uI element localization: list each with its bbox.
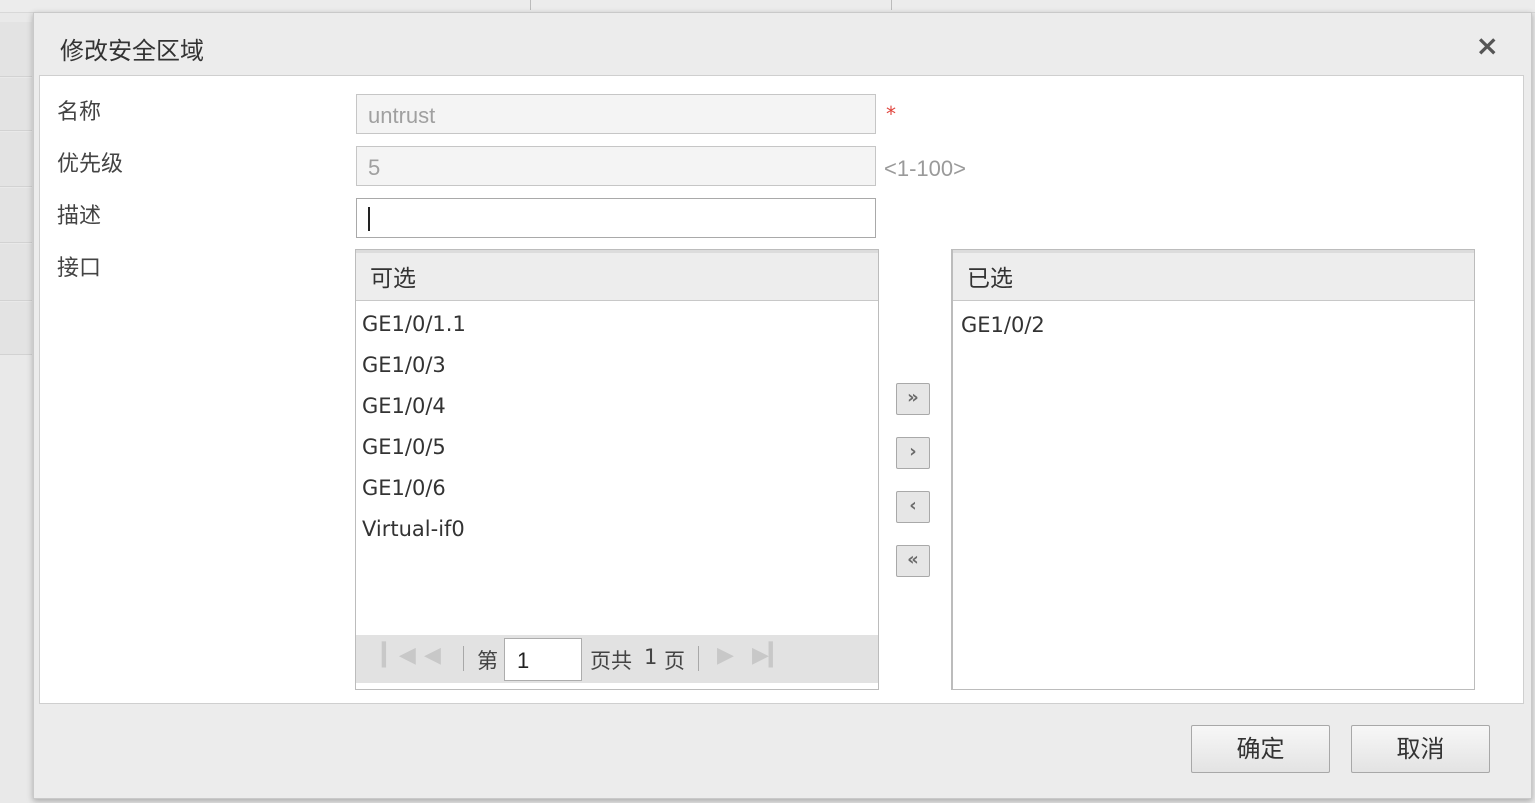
available-interfaces-panel: 可选 GE1/0/1.1 GE1/0/3 GE1/0/4 GE1/0/5 GE1…	[355, 249, 879, 690]
total-pages: 1	[644, 645, 658, 669]
background-row	[0, 302, 32, 355]
priority-field[interactable]: 5	[356, 146, 876, 186]
available-list: GE1/0/1.1 GE1/0/3 GE1/0/4 GE1/0/5 GE1/0/…	[356, 301, 878, 553]
last-page-icon[interactable]: ▶▎	[752, 643, 786, 668]
page-number-input[interactable]: 1	[504, 638, 582, 681]
add-all-button[interactable]: »	[896, 383, 930, 415]
dialog-title: 修改安全区域	[60, 37, 204, 65]
selected-header: 已选	[953, 250, 1474, 301]
cancel-button[interactable]: 取消	[1351, 725, 1490, 773]
dialog-body: 名称 untrust * 优先级 5 <1-100> 描述 接口 可选 GE1/…	[39, 75, 1524, 704]
background-row	[0, 188, 32, 243]
first-page-icon[interactable]: ▎◀	[382, 643, 416, 668]
list-item[interactable]: Virtual-if0	[356, 512, 878, 553]
description-input[interactable]	[356, 198, 876, 238]
remove-all-button[interactable]: «	[896, 545, 930, 577]
background-row	[0, 78, 32, 131]
priority-label: 优先级	[57, 152, 124, 177]
pagination-bar: ▎◀ ◀ 第 1 页共 1 页 ▶ ▶▎	[356, 635, 878, 683]
background-column-divider	[530, 0, 531, 10]
list-item[interactable]: GE1/0/6	[356, 471, 878, 512]
interface-label: 接口	[57, 256, 102, 281]
pager-divider	[698, 646, 699, 671]
priority-range-hint: <1-100>	[884, 156, 966, 181]
pager-divider	[463, 646, 464, 671]
add-button[interactable]: ›	[896, 437, 930, 469]
background-row	[0, 244, 32, 301]
page-suffix-end: 页	[664, 649, 685, 673]
description-label: 描述	[57, 204, 102, 229]
list-item[interactable]: GE1/0/4	[356, 389, 878, 430]
prev-page-icon[interactable]: ◀	[424, 643, 441, 668]
name-field[interactable]: untrust	[356, 94, 876, 134]
page-suffix: 页共	[590, 649, 632, 673]
page-prefix: 第	[477, 649, 498, 673]
selected-list: GE1/0/2	[953, 301, 1474, 348]
required-mark: *	[886, 102, 896, 126]
next-page-icon[interactable]: ▶	[717, 643, 734, 668]
list-item[interactable]: GE1/0/5	[356, 430, 878, 471]
list-item[interactable]: GE1/0/3	[356, 348, 878, 389]
edit-security-zone-dialog: 修改安全区域 × 名称 untrust * 优先级 5 <1-100> 描述 接…	[33, 12, 1532, 799]
text-caret	[368, 207, 370, 231]
background-row	[0, 22, 32, 77]
available-header: 可选	[356, 250, 878, 301]
background-row	[0, 132, 32, 187]
background-column-divider	[891, 0, 892, 10]
remove-button[interactable]: ‹	[896, 491, 930, 523]
list-item[interactable]: GE1/0/1.1	[356, 307, 878, 348]
transfer-buttons: » › ‹ «	[879, 249, 951, 690]
ok-button[interactable]: 确定	[1191, 725, 1330, 773]
list-item[interactable]: GE1/0/2	[953, 307, 1474, 348]
selected-interfaces-panel: 已选 GE1/0/2	[951, 249, 1475, 690]
close-icon[interactable]: ×	[1476, 29, 1499, 62]
name-label: 名称	[57, 100, 102, 125]
